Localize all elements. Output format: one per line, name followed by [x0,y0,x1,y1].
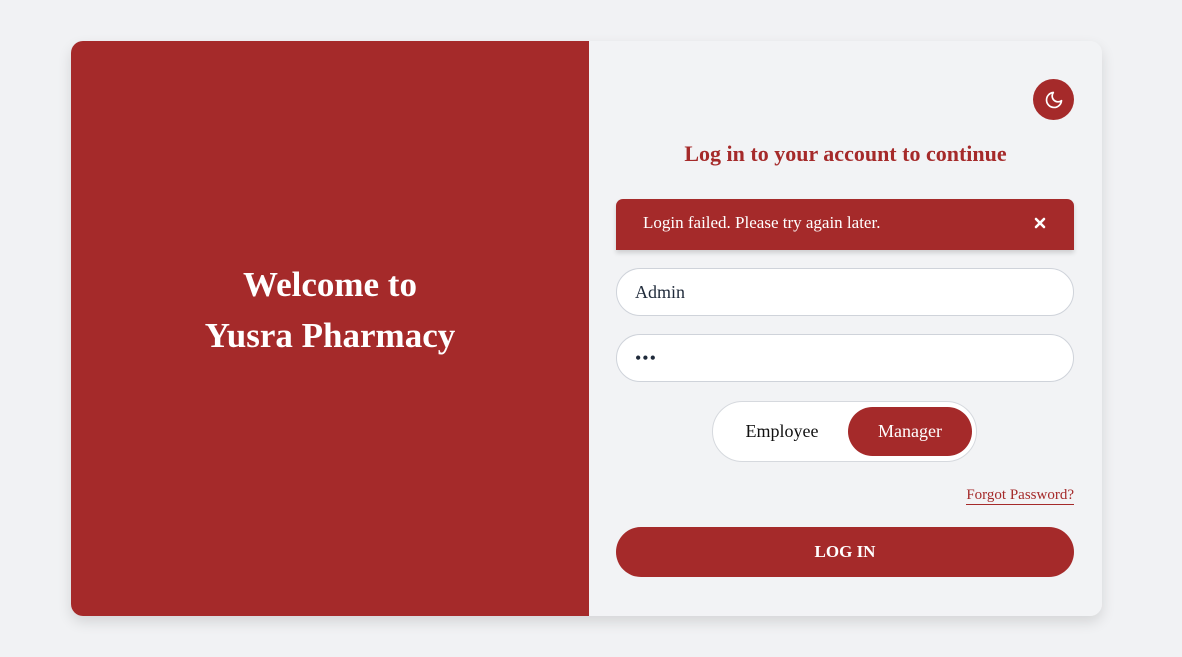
welcome-message: Welcome to Yusra Pharmacy [205,259,456,361]
welcome-panel: Welcome to Yusra Pharmacy [71,41,589,616]
login-form-panel: Log in to your account to continue Login… [589,41,1102,616]
login-card: Welcome to Yusra Pharmacy Log in to your… [71,41,1102,616]
pharmacy-name: Yusra Pharmacy [204,315,456,355]
welcome-line-1: Welcome to [243,264,417,304]
role-option-manager[interactable]: Manager [848,407,972,456]
username-input[interactable] [616,268,1074,316]
form-heading: Log in to your account to continue [684,141,1007,166]
error-alert: Login failed. Please try again later. [616,199,1074,250]
alert-message: Login failed. Please try again later. [643,212,881,232]
role-selector: Employee Manager [712,401,977,462]
theme-toggle-button[interactable] [1033,79,1074,120]
role-option-employee[interactable]: Employee [718,407,846,456]
password-input[interactable] [616,334,1074,382]
moon-icon [1045,91,1062,108]
login-button[interactable]: LOG IN [616,527,1074,577]
close-icon[interactable] [1033,216,1047,230]
forgot-password-link[interactable]: Forgot Password? [966,487,1074,505]
